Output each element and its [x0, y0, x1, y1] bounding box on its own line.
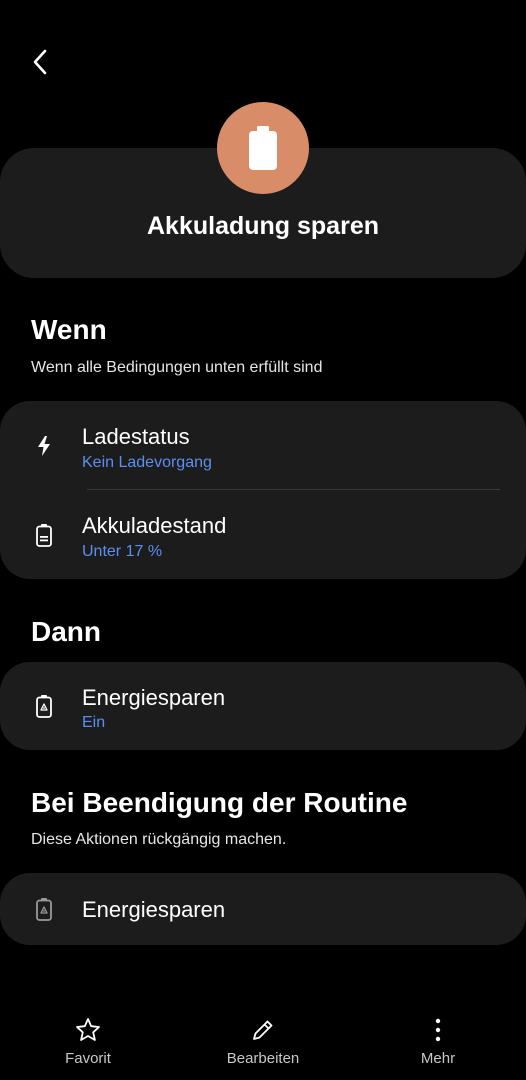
- action-value: Ein: [82, 714, 106, 731]
- conditions-card: Ladestatus Kein Ladevorgang Akkuladestan…: [0, 401, 526, 579]
- more-vertical-icon: [424, 1016, 452, 1044]
- edit-label: Bearbeiten: [226, 1050, 300, 1067]
- battery-level-icon: [32, 523, 56, 547]
- routine-title[interactable]: Akkuladung sparen: [0, 212, 526, 241]
- routine-detail-screen: Akkuladung sparen Wenn Wenn alle Bedingu…: [0, 0, 526, 1080]
- action-row-power-saving[interactable]: Energiesparen Ein: [0, 662, 526, 750]
- if-section-subtitle: Wenn alle Bedingungen unten erfüllt sind: [31, 359, 323, 376]
- power-saving-icon: [32, 897, 56, 921]
- more-button[interactable]: Mehr: [378, 1016, 498, 1072]
- actions-card: Energiesparen Ein: [0, 662, 526, 750]
- end-actions-card: Energiesparen: [0, 873, 526, 945]
- pencil-icon: [249, 1016, 277, 1044]
- lightning-icon: [32, 434, 56, 458]
- end-section-subtitle: Diese Aktionen rückgängig machen.: [31, 831, 287, 848]
- more-label: Mehr: [420, 1050, 456, 1067]
- then-section-title: Dann: [31, 616, 101, 647]
- condition-value: Unter 17 %: [82, 543, 163, 560]
- back-button[interactable]: [22, 44, 58, 80]
- condition-value: Kein Ladevorgang: [82, 454, 212, 471]
- condition-row-charging-status[interactable]: Ladestatus Kein Ladevorgang: [0, 401, 526, 490]
- routine-icon[interactable]: [217, 102, 309, 194]
- star-icon: [74, 1016, 102, 1044]
- end-action-title: Energiesparen: [82, 897, 226, 922]
- edit-button[interactable]: Bearbeiten: [203, 1016, 323, 1072]
- end-section-title: Bei Beendigung der Routine: [31, 787, 408, 818]
- power-saving-icon: [32, 694, 56, 718]
- end-action-row-power-saving[interactable]: Energiesparen: [0, 873, 526, 945]
- condition-title: Ladestatus: [82, 424, 190, 449]
- favorite-label: Favorit: [65, 1050, 111, 1067]
- condition-row-battery-level[interactable]: Akkuladestand Unter 17 %: [0, 490, 526, 579]
- favorite-button[interactable]: Favorit: [28, 1016, 148, 1072]
- chevron-left-icon: [33, 49, 47, 75]
- action-title: Energiesparen: [82, 685, 226, 710]
- bottom-action-bar: Favorit Bearbeiten Mehr: [0, 1000, 526, 1080]
- if-section-title: Wenn: [31, 314, 107, 345]
- battery-icon: [249, 126, 277, 170]
- condition-title: Akkuladestand: [82, 513, 227, 538]
